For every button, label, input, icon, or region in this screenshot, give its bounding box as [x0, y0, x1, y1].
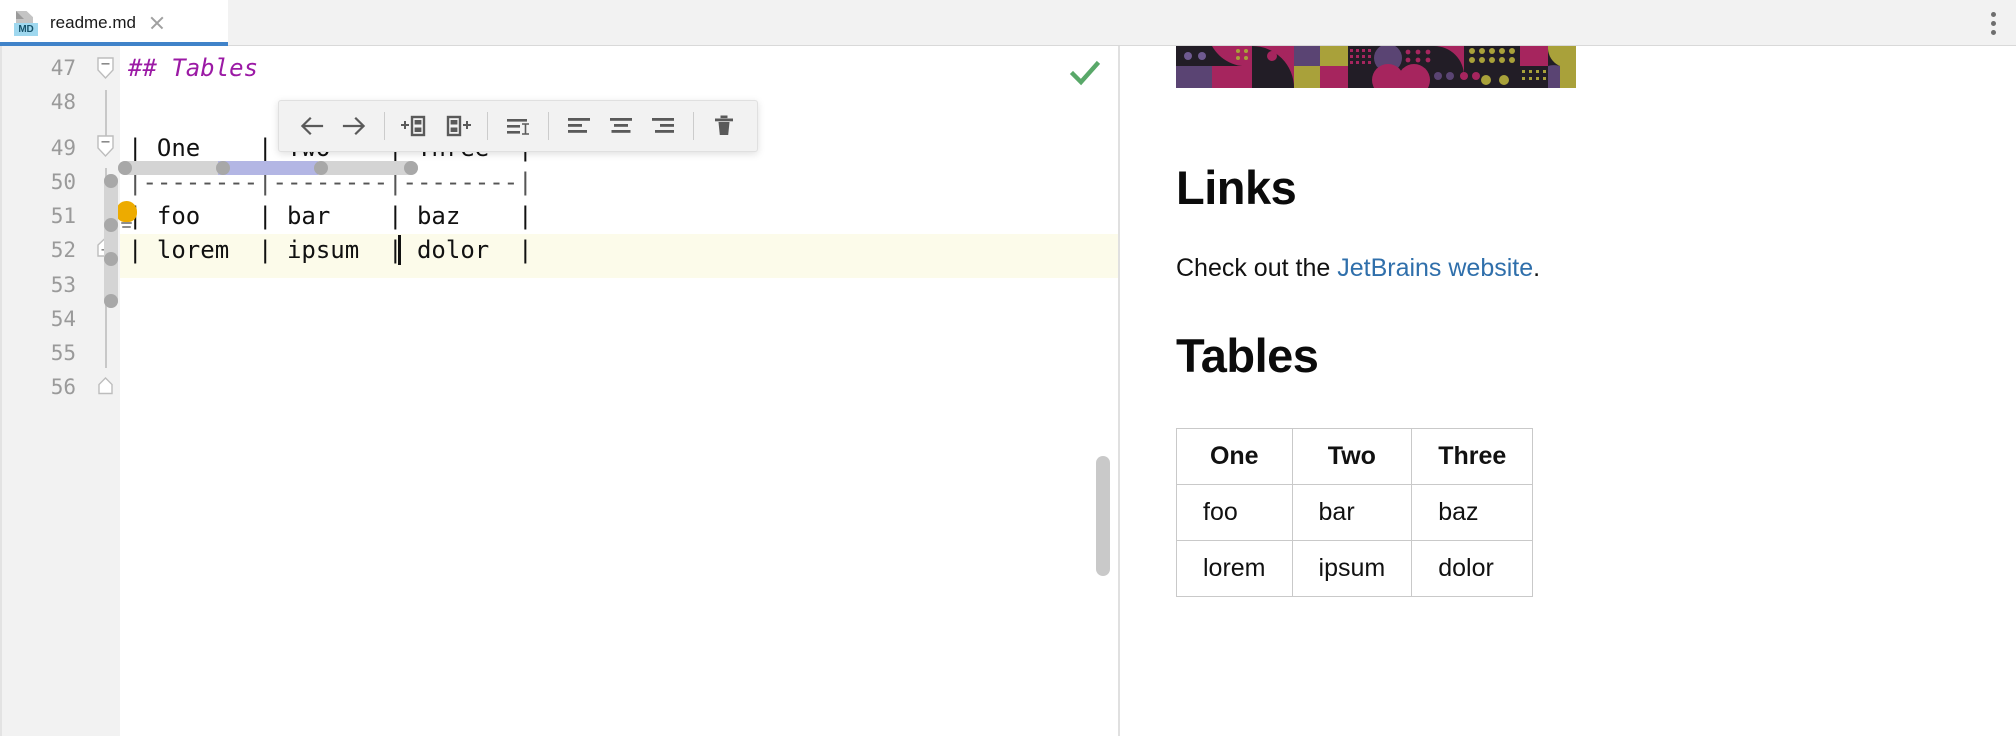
text-caret	[398, 235, 401, 265]
table-cell: lorem	[1176, 540, 1293, 597]
add-column-before-icon	[401, 113, 429, 139]
add-column-after-icon	[443, 113, 471, 139]
table-row-selector-strip[interactable]	[104, 174, 118, 308]
table-cell: ipsum	[1291, 540, 1413, 597]
markdown-preview-pane[interactable]: Links Check out the JetBrains website. T…	[1120, 46, 2016, 736]
table-cell: baz	[1411, 484, 1534, 541]
kebab-menu-icon[interactable]	[1978, 7, 2008, 39]
inspection-status-checkmark-icon[interactable]	[1068, 56, 1102, 90]
table-column-selector-strip[interactable]	[118, 161, 418, 175]
table-column-handle[interactable]	[404, 161, 418, 175]
align-right-icon	[649, 113, 677, 139]
table-header-cell: One	[1176, 428, 1293, 485]
banner-image	[1176, 46, 1576, 88]
preview-table: One Two Three foo bar baz lorem ipsum do…	[1176, 428, 1534, 597]
tab-readme-md[interactable]: MD readme.md	[0, 0, 228, 46]
table-row: lorem ipsum dolor	[1176, 540, 1534, 597]
table-cell: dolor	[1411, 540, 1534, 597]
editor-tab-bar: MD readme.md	[0, 0, 2016, 46]
toolbar-separator	[693, 112, 694, 140]
tab-title-label: readme.md	[50, 13, 136, 32]
table-header-cell: Two	[1291, 428, 1413, 485]
preview-heading-tables: Tables	[1176, 329, 1319, 382]
table-column-handle[interactable]	[118, 161, 132, 175]
table-cell: bar	[1291, 484, 1413, 541]
reformat-table-icon	[504, 113, 532, 139]
preview-paragraph: Check out the JetBrains website.	[1176, 256, 1540, 281]
fold-marker-collapse-icon[interactable]	[94, 56, 118, 84]
table-row: foo bar baz	[1176, 484, 1534, 541]
move-column-right-button[interactable]	[333, 105, 375, 147]
fold-marker-end-icon[interactable]	[94, 374, 118, 402]
align-left-button[interactable]	[558, 105, 600, 147]
table-header-cell: Three	[1411, 428, 1534, 485]
markdown-table-toolbar[interactable]	[278, 100, 758, 152]
table-header-row: One Two Three	[1176, 428, 1534, 485]
align-center-button[interactable]	[600, 105, 642, 147]
toolbar-separator	[487, 112, 488, 140]
editor-vertical-scrollbar[interactable]	[1096, 456, 1110, 576]
jetbrains-website-link[interactable]: JetBrains website	[1337, 254, 1533, 282]
table-cell: foo	[1176, 484, 1293, 541]
preview-heading-links: Links	[1176, 161, 1297, 214]
code-line-52[interactable]: | lorem | ipsum | dolor |	[128, 228, 533, 272]
align-right-button[interactable]	[642, 105, 684, 147]
toolbar-separator	[548, 112, 549, 140]
insert-column-after-button[interactable]	[436, 105, 478, 147]
close-icon[interactable]	[148, 14, 166, 32]
delete-column-button[interactable]	[703, 105, 745, 147]
arrow-right-icon	[341, 113, 367, 139]
table-row-handle[interactable]	[104, 294, 118, 308]
code-line-47[interactable]: ## Tables	[128, 46, 258, 90]
table-row-handle[interactable]	[104, 174, 118, 188]
trash-icon	[711, 113, 737, 139]
markdown-file-icon: MD	[14, 10, 38, 36]
toolbar-separator	[384, 112, 385, 140]
table-column-handle[interactable]	[314, 161, 328, 175]
table-row-handle[interactable]	[104, 218, 118, 232]
paragraph-text-before-link: Check out the	[1176, 254, 1338, 282]
move-column-left-button[interactable]	[291, 105, 333, 147]
line-number: 56	[50, 375, 76, 399]
arrow-left-icon	[299, 113, 325, 139]
table-column-handle[interactable]	[216, 161, 230, 175]
table-column-selected-segment	[218, 161, 318, 175]
reformat-table-button[interactable]	[497, 105, 539, 147]
insert-column-before-button[interactable]	[394, 105, 436, 147]
line-number: 48	[50, 90, 76, 114]
markdown-editor-window: MD readme.md 47 48 49 50 51 52 53 54 55 …	[0, 0, 2016, 736]
fold-marker-collapse-icon[interactable]	[94, 134, 118, 162]
paragraph-text-after-link: .	[1533, 254, 1541, 282]
markdown-badge-label: MD	[14, 23, 38, 36]
table-row-handle[interactable]	[104, 252, 118, 266]
align-center-icon	[607, 113, 635, 139]
align-left-icon	[565, 113, 593, 139]
